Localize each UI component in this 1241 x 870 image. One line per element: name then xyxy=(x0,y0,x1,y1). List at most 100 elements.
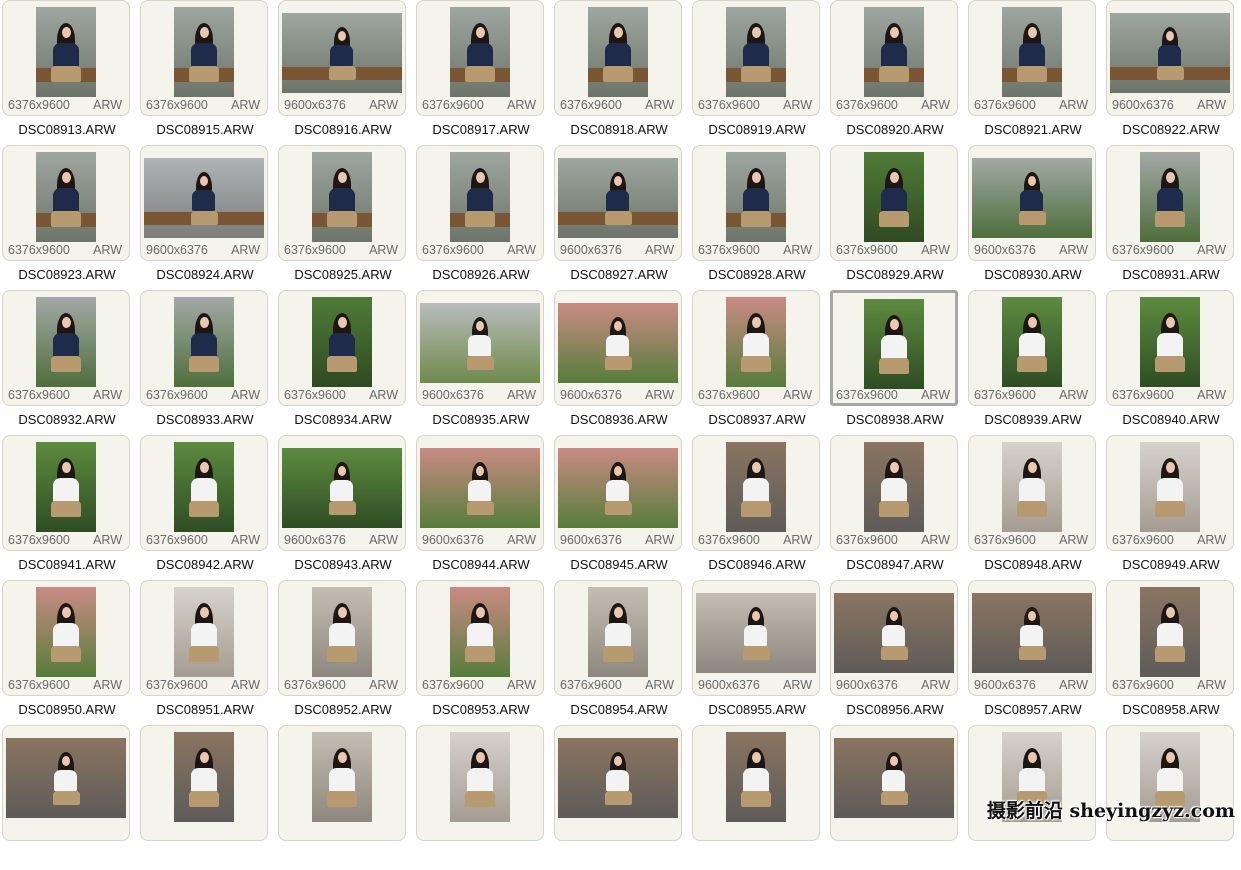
thumbnail-item[interactable]: 9600x6376 ARW DSC08924.ARW xyxy=(138,145,268,290)
thumbnail-item[interactable]: 6376x9600 ARW DSC08923.ARW xyxy=(0,145,130,290)
thumbnail-card[interactable]: 9600x6376 ARW xyxy=(692,580,820,696)
thumbnail-card[interactable]: 6376x9600 ARW xyxy=(692,145,820,261)
thumbnail-card[interactable]: 6376x9600 ARW xyxy=(140,435,268,551)
thumbnail-card[interactable] xyxy=(554,725,682,841)
thumbnail-card[interactable]: 9600x6376 ARW xyxy=(140,145,268,261)
thumbnail-item[interactable]: 6376x9600 ARW DSC08919.ARW xyxy=(690,0,820,145)
thumbnail-item[interactable]: 6376x9600 ARW DSC08954.ARW xyxy=(552,580,682,725)
thumbnail-item[interactable]: 6376x9600 ARW DSC08928.ARW xyxy=(690,145,820,290)
thumbnail-item[interactable] xyxy=(690,725,820,870)
thumbnail-card[interactable]: 6376x9600 ARW xyxy=(830,145,958,261)
thumbnail-item[interactable]: 6376x9600 ARW DSC08950.ARW xyxy=(0,580,130,725)
thumbnail-item[interactable]: 9600x6376 ARW DSC08945.ARW xyxy=(552,435,682,580)
thumbnail-item[interactable]: 6376x9600 ARW DSC08946.ARW xyxy=(690,435,820,580)
thumbnail-item[interactable]: 9600x6376 ARW DSC08930.ARW xyxy=(966,145,1096,290)
thumbnail-item[interactable]: 9600x6376 ARW DSC08922.ARW xyxy=(1104,0,1234,145)
thumbnail-item[interactable]: 6376x9600 ARW DSC08958.ARW xyxy=(1104,580,1234,725)
thumbnail-card[interactable]: 6376x9600 ARW xyxy=(1106,435,1234,551)
thumbnail-item[interactable]: 6376x9600 ARW DSC08920.ARW xyxy=(828,0,958,145)
thumbnail-item[interactable]: 9600x6376 ARW DSC08936.ARW xyxy=(552,290,682,435)
thumbnail-item[interactable]: 6376x9600 ARW DSC08951.ARW xyxy=(138,580,268,725)
thumbnail-card[interactable] xyxy=(416,725,544,841)
thumbnail-card[interactable]: 6376x9600 ARW xyxy=(416,145,544,261)
thumbnail-card[interactable]: 9600x6376 ARW xyxy=(416,290,544,406)
thumbnail-item[interactable]: 6376x9600 ARW DSC08948.ARW xyxy=(966,435,1096,580)
thumbnail-item[interactable]: 9600x6376 ARW DSC08957.ARW xyxy=(966,580,1096,725)
thumbnail-item[interactable]: 6376x9600 ARW DSC08952.ARW xyxy=(276,580,406,725)
thumbnail-card[interactable]: 6376x9600 ARW xyxy=(830,290,958,406)
thumbnail-card[interactable] xyxy=(968,725,1096,841)
thumbnail-card[interactable]: 6376x9600 ARW xyxy=(968,0,1096,116)
thumbnail-card[interactable]: 6376x9600 ARW xyxy=(140,0,268,116)
thumbnail-card[interactable]: 6376x9600 ARW xyxy=(1106,290,1234,406)
thumbnail-item[interactable]: 6376x9600 ARW DSC08942.ARW xyxy=(138,435,268,580)
thumbnail-card[interactable]: 6376x9600 ARW xyxy=(692,290,820,406)
thumbnail-card[interactable]: 9600x6376 ARW xyxy=(554,145,682,261)
thumbnail-card[interactable]: 6376x9600 ARW xyxy=(278,145,406,261)
thumbnail-card[interactable]: 6376x9600 ARW xyxy=(2,0,130,116)
thumbnail-item[interactable]: 6376x9600 ARW DSC08913.ARW xyxy=(0,0,130,145)
thumbnail-card[interactable]: 9600x6376 ARW xyxy=(830,580,958,696)
thumbnail-card[interactable]: 6376x9600 ARW xyxy=(278,290,406,406)
thumbnail-item[interactable]: 9600x6376 ARW DSC08955.ARW xyxy=(690,580,820,725)
thumbnail-card[interactable] xyxy=(692,725,820,841)
thumbnail-item[interactable]: 6376x9600 ARW DSC08940.ARW xyxy=(1104,290,1234,435)
thumbnail-item[interactable] xyxy=(552,725,682,870)
thumbnail-item[interactable]: 6376x9600 ARW DSC08938.ARW xyxy=(828,290,958,435)
thumbnail-card[interactable]: 6376x9600 ARW xyxy=(416,0,544,116)
thumbnail-item[interactable]: 6376x9600 ARW DSC08937.ARW xyxy=(690,290,820,435)
thumbnail-card[interactable]: 6376x9600 ARW xyxy=(2,145,130,261)
thumbnail-item[interactable]: 6376x9600 ARW DSC08949.ARW xyxy=(1104,435,1234,580)
thumbnail-card[interactable]: 6376x9600 ARW xyxy=(830,435,958,551)
thumbnail-item[interactable]: 6376x9600 ARW DSC08933.ARW xyxy=(138,290,268,435)
thumbnail-item[interactable]: 9600x6376 ARW DSC08943.ARW xyxy=(276,435,406,580)
thumbnail-card[interactable]: 9600x6376 ARW xyxy=(416,435,544,551)
thumbnail-card[interactable] xyxy=(278,725,406,841)
thumbnail-item[interactable] xyxy=(276,725,406,870)
thumbnail-card[interactable]: 6376x9600 ARW xyxy=(554,580,682,696)
thumbnail-item[interactable]: 6376x9600 ARW DSC08939.ARW xyxy=(966,290,1096,435)
thumbnail-card[interactable]: 6376x9600 ARW xyxy=(2,435,130,551)
thumbnail-item[interactable] xyxy=(138,725,268,870)
thumbnail-card[interactable]: 6376x9600 ARW xyxy=(140,290,268,406)
thumbnail-card[interactable]: 6376x9600 ARW xyxy=(692,435,820,551)
thumbnail-card[interactable]: 9600x6376 ARW xyxy=(278,0,406,116)
thumbnail-card[interactable]: 9600x6376 ARW xyxy=(278,435,406,551)
thumbnail-card[interactable] xyxy=(830,725,958,841)
thumbnail-item[interactable]: 6376x9600 ARW DSC08929.ARW xyxy=(828,145,958,290)
thumbnail-card[interactable]: 9600x6376 ARW xyxy=(968,580,1096,696)
thumbnail-card[interactable] xyxy=(140,725,268,841)
thumbnail-item[interactable]: 6376x9600 ARW DSC08941.ARW xyxy=(0,435,130,580)
thumbnail-card[interactable]: 6376x9600 ARW xyxy=(416,580,544,696)
thumbnail-item[interactable] xyxy=(0,725,130,870)
thumbnail-item[interactable]: 6376x9600 ARW DSC08934.ARW xyxy=(276,290,406,435)
thumbnail-card[interactable]: 6376x9600 ARW xyxy=(1106,580,1234,696)
thumbnail-item[interactable]: 9600x6376 ARW DSC08927.ARW xyxy=(552,145,682,290)
thumbnail-card[interactable]: 6376x9600 ARW xyxy=(968,290,1096,406)
thumbnail-card[interactable]: 9600x6376 ARW xyxy=(968,145,1096,261)
thumbnail-item[interactable] xyxy=(414,725,544,870)
thumbnail-item[interactable]: 6376x9600 ARW DSC08925.ARW xyxy=(276,145,406,290)
thumbnail-item[interactable]: 6376x9600 ARW DSC08915.ARW xyxy=(138,0,268,145)
thumbnail-card[interactable]: 6376x9600 ARW xyxy=(554,0,682,116)
thumbnail-card[interactable]: 6376x9600 ARW xyxy=(2,290,130,406)
thumbnail-item[interactable]: 6376x9600 ARW DSC08931.ARW xyxy=(1104,145,1234,290)
thumbnail-item[interactable]: 6376x9600 ARW DSC08932.ARW xyxy=(0,290,130,435)
thumbnail-item[interactable]: 6376x9600 ARW DSC08953.ARW xyxy=(414,580,544,725)
thumbnail-item[interactable] xyxy=(828,725,958,870)
thumbnail-card[interactable]: 6376x9600 ARW xyxy=(278,580,406,696)
thumbnail-card[interactable]: 6376x9600 ARW xyxy=(968,435,1096,551)
thumbnail-item[interactable]: 9600x6376 ARW DSC08956.ARW xyxy=(828,580,958,725)
thumbnail-item[interactable]: 6376x9600 ARW DSC08917.ARW xyxy=(414,0,544,145)
thumbnail-card[interactable]: 9600x6376 ARW xyxy=(554,435,682,551)
thumbnail-item[interactable]: 6376x9600 ARW DSC08926.ARW xyxy=(414,145,544,290)
thumbnail-card[interactable] xyxy=(2,725,130,841)
thumbnail-card[interactable]: 6376x9600 ARW xyxy=(692,0,820,116)
thumbnail-card[interactable]: 6376x9600 ARW xyxy=(830,0,958,116)
thumbnail-card[interactable]: 6376x9600 ARW xyxy=(2,580,130,696)
thumbnail-item[interactable]: 6376x9600 ARW DSC08918.ARW xyxy=(552,0,682,145)
thumbnail-card[interactable]: 6376x9600 ARW xyxy=(1106,145,1234,261)
thumbnail-item[interactable]: 9600x6376 ARW DSC08944.ARW xyxy=(414,435,544,580)
thumbnail-item[interactable]: 6376x9600 ARW DSC08921.ARW xyxy=(966,0,1096,145)
thumbnail-item[interactable]: 6376x9600 ARW DSC08947.ARW xyxy=(828,435,958,580)
